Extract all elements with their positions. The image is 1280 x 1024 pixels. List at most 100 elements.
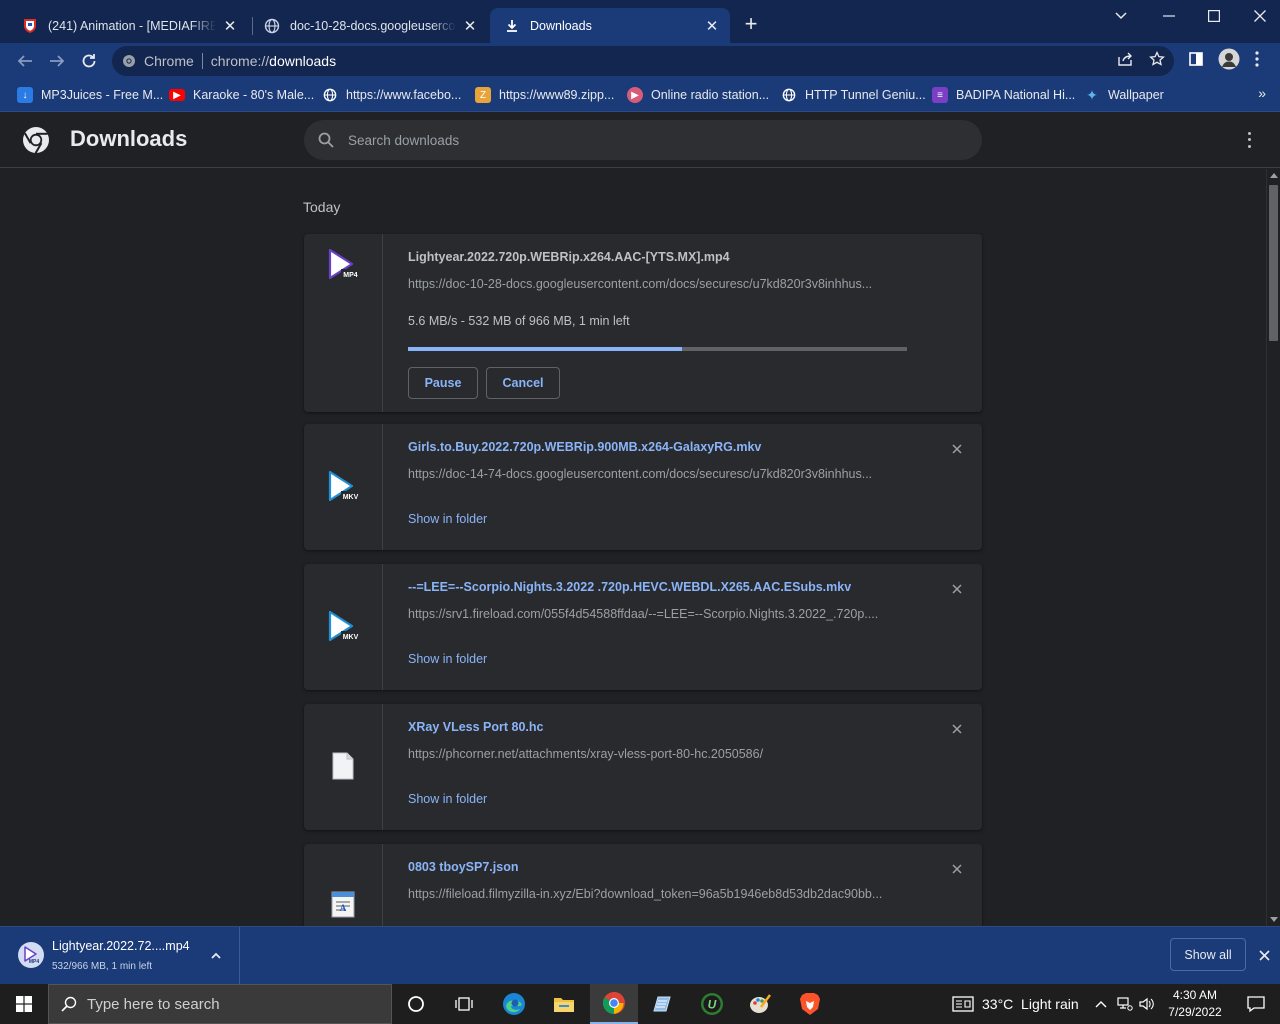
clock-time: 4:30 AM [1172,988,1218,1002]
cortana-icon[interactable] [392,984,440,1024]
bookmark-label: Online radio station... [651,88,770,102]
page-scrollbar[interactable] [1266,169,1280,926]
chevron-up-icon[interactable] [208,947,224,963]
show-all-button[interactable]: Show all [1170,938,1246,971]
bookmark-http-tunnel[interactable]: HTTP Tunnel Geniu... [781,85,926,105]
taskbar-search-box[interactable]: Type here to search [48,984,392,1024]
file-explorer-icon[interactable] [540,984,588,1024]
show-in-folder-link[interactable]: Show in folder [408,792,487,806]
bookmark-online-radio[interactable]: ▶ Online radio station... [627,85,769,105]
windows-start-button[interactable] [0,984,48,1024]
bookmarks-bar: ↓ MP3Juices - Free M... ▶ Karaoke - 80's… [0,79,1280,112]
bookmark-badipa[interactable]: ≡ BADIPA National Hi... [932,85,1075,105]
youtube-icon: ▶ [169,89,185,101]
system-tray[interactable] [1095,984,1155,1024]
bookmark-zippyshare[interactable]: Z https://www89.zipp... [475,85,614,105]
url-scheme: chrome:// [210,53,270,69]
taskbar-clock[interactable]: 4:30 AM 7/29/2022 [1164,987,1226,1021]
file-name-link[interactable]: 0803 tboySP7.json [408,860,518,874]
tab-googleusercontent[interactable]: doc-10-28-docs.googleusercontent ✕ [250,8,488,43]
progress-fill [408,347,683,351]
close-icon[interactable]: ✕ [222,18,238,35]
file-url[interactable]: https://fileload.filmyzilla-in.xyz/Ebi?d… [408,887,908,901]
remove-item-close-icon[interactable] [948,440,966,458]
search-icon [318,132,334,148]
more-actions-icon[interactable] [1241,130,1257,150]
file-url[interactable]: https://doc-10-28-docs.googleusercontent… [408,277,908,291]
reload-button[interactable] [78,50,100,72]
scroll-down-arrow-icon[interactable] [1270,917,1278,922]
svg-text:A: A [340,903,347,913]
share-icon[interactable] [1115,49,1135,69]
file-name-link[interactable]: Girls.to.Buy.2022.720p.WEBRip.900MB.x264… [408,440,761,454]
maximize-button[interactable] [1191,0,1237,32]
tab-downloads[interactable]: Downloads ✕ [490,8,730,43]
bookmark-karaoke[interactable]: ▶ Karaoke - 80's Male... [169,85,314,105]
bookmark-label: Wallpaper [1108,88,1164,102]
scrollbar-thumb[interactable] [1269,185,1278,341]
show-in-folder-link[interactable]: Show in folder [408,652,487,666]
paint-app-icon[interactable] [736,984,784,1024]
network-icon[interactable] [1117,997,1133,1011]
close-window-button[interactable] [1237,0,1280,32]
task-view-icon[interactable] [440,984,488,1024]
side-panel-icon[interactable] [1186,49,1206,69]
globe-icon [264,18,280,34]
file-name-link[interactable]: --=LEE=--Scorpio.Nights.3.2022 .720p.HEV… [408,580,851,594]
address-bar[interactable]: Chrome chrome://downloads [112,46,1174,76]
more-vert-icon[interactable] [1250,49,1264,69]
tab-search-chevron-icon[interactable] [1098,0,1144,32]
utorrent-icon[interactable]: U [688,984,736,1024]
close-shelf-icon[interactable] [1256,947,1272,963]
file-icon-column [304,704,383,830]
page-title: Downloads [70,126,188,151]
file-url[interactable]: https://phcorner.net/attachments/xray-vl… [408,747,908,761]
file-name-link[interactable]: XRay VLess Port 80.hc [408,720,543,734]
cancel-button[interactable]: Cancel [486,367,560,399]
notifications-icon[interactable] [1232,984,1280,1024]
chrome-taskbar-icon[interactable] [590,984,638,1024]
remove-item-close-icon[interactable] [948,860,966,878]
tab-title: doc-10-28-docs.googleusercontent [290,18,456,33]
bookmarks-overflow-icon[interactable]: » [1258,85,1266,101]
brave-browser-icon[interactable] [786,984,834,1024]
shelf-download-item[interactable]: MP4 Lightyear.2022.72....mp4 532/966 MB,… [0,927,240,984]
svg-text:MP4: MP4 [29,959,40,965]
bookmark-facebook[interactable]: https://www.facebo... [322,85,461,105]
bookmark-wallpaper[interactable]: ✦ Wallpaper [1084,85,1164,105]
close-icon[interactable]: ✕ [462,18,478,35]
file-icon-column: MKV [304,564,383,690]
chevron-up-icon[interactable] [1095,1000,1107,1008]
back-button[interactable] [14,50,36,72]
omnibox-divider [201,53,203,69]
profile-avatar[interactable] [1218,48,1240,70]
star-icon[interactable] [1147,49,1167,69]
minimize-button[interactable] [1146,0,1192,32]
bookmark-label: BADIPA National Hi... [956,88,1076,102]
volume-icon[interactable] [1139,997,1155,1011]
file-icon-column: A [304,844,383,926]
svg-text:MKV: MKV [343,634,359,641]
remove-item-close-icon[interactable] [948,580,966,598]
weather-widget[interactable]: 33°C Light rain [952,984,1079,1024]
show-in-folder-link[interactable]: Show in folder [408,512,487,526]
forward-button[interactable] [46,50,68,72]
search-downloads[interactable] [304,120,982,160]
edge-browser-icon[interactable] [490,984,538,1024]
search-input[interactable] [348,132,908,148]
notepad-app-icon[interactable] [638,984,686,1024]
file-url[interactable]: https://srv1.fireload.com/055f4d54588ffd… [408,607,908,621]
mp4-file-icon: MP4 [326,248,360,282]
file-url[interactable]: https://doc-14-74-docs.googleusercontent… [408,467,908,481]
file-name: Lightyear.2022.720p.WEBRip.x264.AAC-[YTS… [408,250,730,264]
mp4-file-icon: MP4 [18,942,44,968]
pause-button[interactable]: Pause [408,367,478,399]
wallpaper-icon: ✦ [1086,86,1098,103]
close-icon[interactable]: ✕ [704,18,720,35]
remove-item-close-icon[interactable] [948,720,966,738]
text-file-icon: A [331,890,365,924]
bookmark-mp3juices[interactable]: ↓ MP3Juices - Free M... [17,85,163,105]
scroll-up-arrow-icon[interactable] [1270,173,1278,178]
tab-mediafire[interactable]: (241) Animation - [MEDIAFIRE] Li ✕ [8,8,248,43]
new-tab-button[interactable]: + [740,13,762,36]
